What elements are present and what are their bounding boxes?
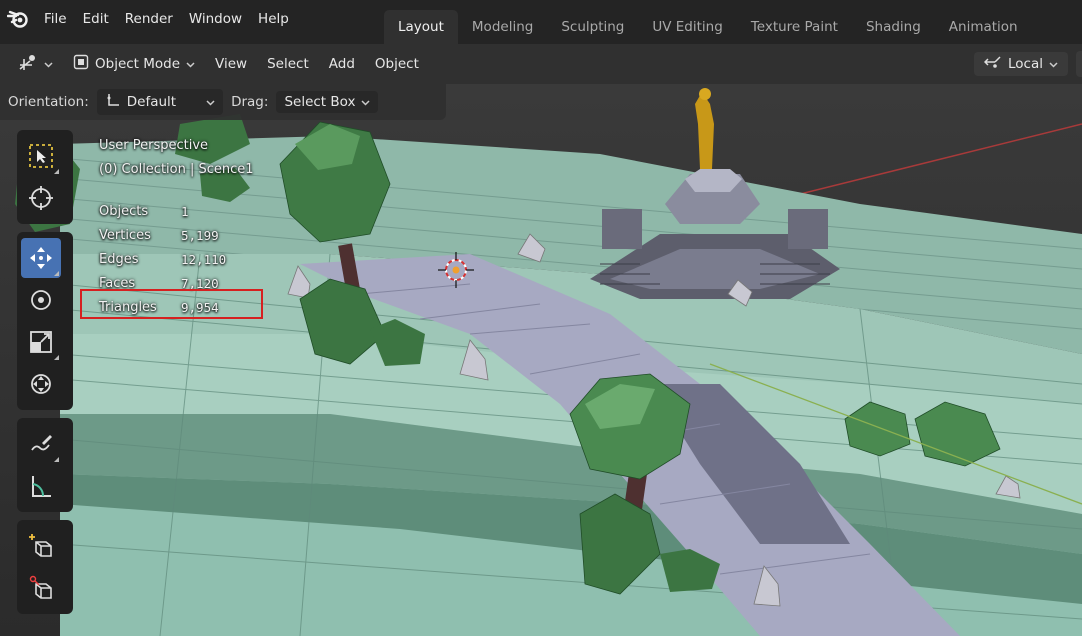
drag-label: Drag:: [231, 94, 269, 110]
stat-value: 12,110: [181, 252, 227, 267]
top-bar: File Edit Render Window Help Layout Mode…: [0, 0, 1082, 44]
stat-label: Edges: [99, 252, 139, 267]
menu-view[interactable]: View: [207, 53, 255, 75]
menu-object[interactable]: Object: [367, 53, 427, 75]
tool-settings-bar: Orientation: Default Drag: Select Box: [0, 84, 446, 120]
collection-name: (0) Collection | Scence1: [99, 162, 254, 177]
chevron-down-icon: [44, 56, 53, 72]
mode-dropdown[interactable]: Object Mode: [65, 51, 203, 77]
tab-layout[interactable]: Layout: [384, 10, 458, 44]
tool-group-add: [17, 520, 73, 614]
workspace-tabs: Layout Modeling Sculpting UV Editing Tex…: [384, 10, 1032, 44]
mode-label: Object Mode: [95, 56, 181, 72]
editor-type-icon: [18, 53, 38, 75]
tab-sculpting[interactable]: Sculpting: [547, 10, 638, 44]
tool-group-annotate: [17, 418, 73, 512]
menu-render[interactable]: Render: [117, 0, 181, 38]
tab-modeling[interactable]: Modeling: [458, 10, 547, 44]
measure-tool-icon[interactable]: [21, 466, 61, 506]
main-menu: File Edit Render Window Help: [0, 0, 297, 38]
tool-group-transform: [17, 232, 73, 410]
stat-value: 5,199: [181, 228, 219, 243]
3d-cursor-icon[interactable]: [438, 252, 474, 288]
menu-window[interactable]: Window: [181, 0, 250, 38]
chevron-down-icon: [1049, 56, 1058, 72]
stat-objects: Objects 1: [99, 200, 254, 224]
rotate-tool-icon[interactable]: [21, 280, 61, 320]
tool-shelf: [17, 130, 73, 622]
transform-orientation-dropdown[interactable]: Local: [974, 52, 1068, 76]
chevron-down-icon: [206, 94, 215, 110]
editor-type-button[interactable]: [10, 50, 61, 78]
orientation-local-icon: [983, 55, 1002, 73]
menu-help[interactable]: Help: [250, 0, 297, 38]
drag-value: Select Box: [284, 94, 356, 110]
view-name: User Perspective: [99, 138, 209, 153]
blender-logo-icon[interactable]: [0, 0, 36, 38]
menu-add[interactable]: Add: [321, 53, 363, 75]
tab-animation[interactable]: Animation: [935, 10, 1032, 44]
triangles-highlight-box: [80, 289, 263, 319]
menu-select[interactable]: Select: [259, 53, 317, 75]
stat-label: Objects: [99, 204, 149, 219]
scale-tool-icon[interactable]: [21, 322, 61, 362]
select-box-tool-icon[interactable]: [21, 136, 61, 176]
add-cube-tool-icon[interactable]: [21, 526, 61, 566]
header-overflow-button[interactable]: [1076, 51, 1082, 77]
orientation-dropdown[interactable]: Default: [96, 89, 224, 115]
drag-dropdown[interactable]: Select Box: [276, 91, 379, 113]
menu-edit[interactable]: Edit: [75, 0, 117, 38]
cursor-tool-icon[interactable]: [21, 178, 61, 218]
chevron-down-icon: [186, 56, 195, 72]
stat-edges: Edges 12,110: [99, 248, 254, 272]
viewport-header: Object Mode View Select Add Object Local: [0, 44, 1082, 84]
orientation-label: Orientation:: [8, 94, 89, 110]
stat-vertices: Vertices 5,199: [99, 224, 254, 248]
object-mode-icon: [73, 54, 89, 74]
move-tool-icon[interactable]: [21, 238, 61, 278]
chevron-down-icon: [361, 94, 371, 110]
transform-tool-icon[interactable]: [21, 364, 61, 404]
tab-texture-paint[interactable]: Texture Paint: [737, 10, 852, 44]
stat-value: 1: [181, 204, 189, 219]
tool-group-select: [17, 130, 73, 224]
tab-uv-editing[interactable]: UV Editing: [638, 10, 736, 44]
stat-label: Vertices: [99, 228, 151, 243]
orientation-value: Default: [126, 94, 177, 110]
menu-file[interactable]: File: [36, 0, 75, 38]
tab-shading[interactable]: Shading: [852, 10, 935, 44]
orientation-label: Local: [1008, 56, 1043, 72]
orientation-gizmo-icon: [105, 92, 121, 112]
annotate-tool-icon[interactable]: [21, 424, 61, 464]
cube-cut-tool-icon[interactable]: [21, 568, 61, 608]
